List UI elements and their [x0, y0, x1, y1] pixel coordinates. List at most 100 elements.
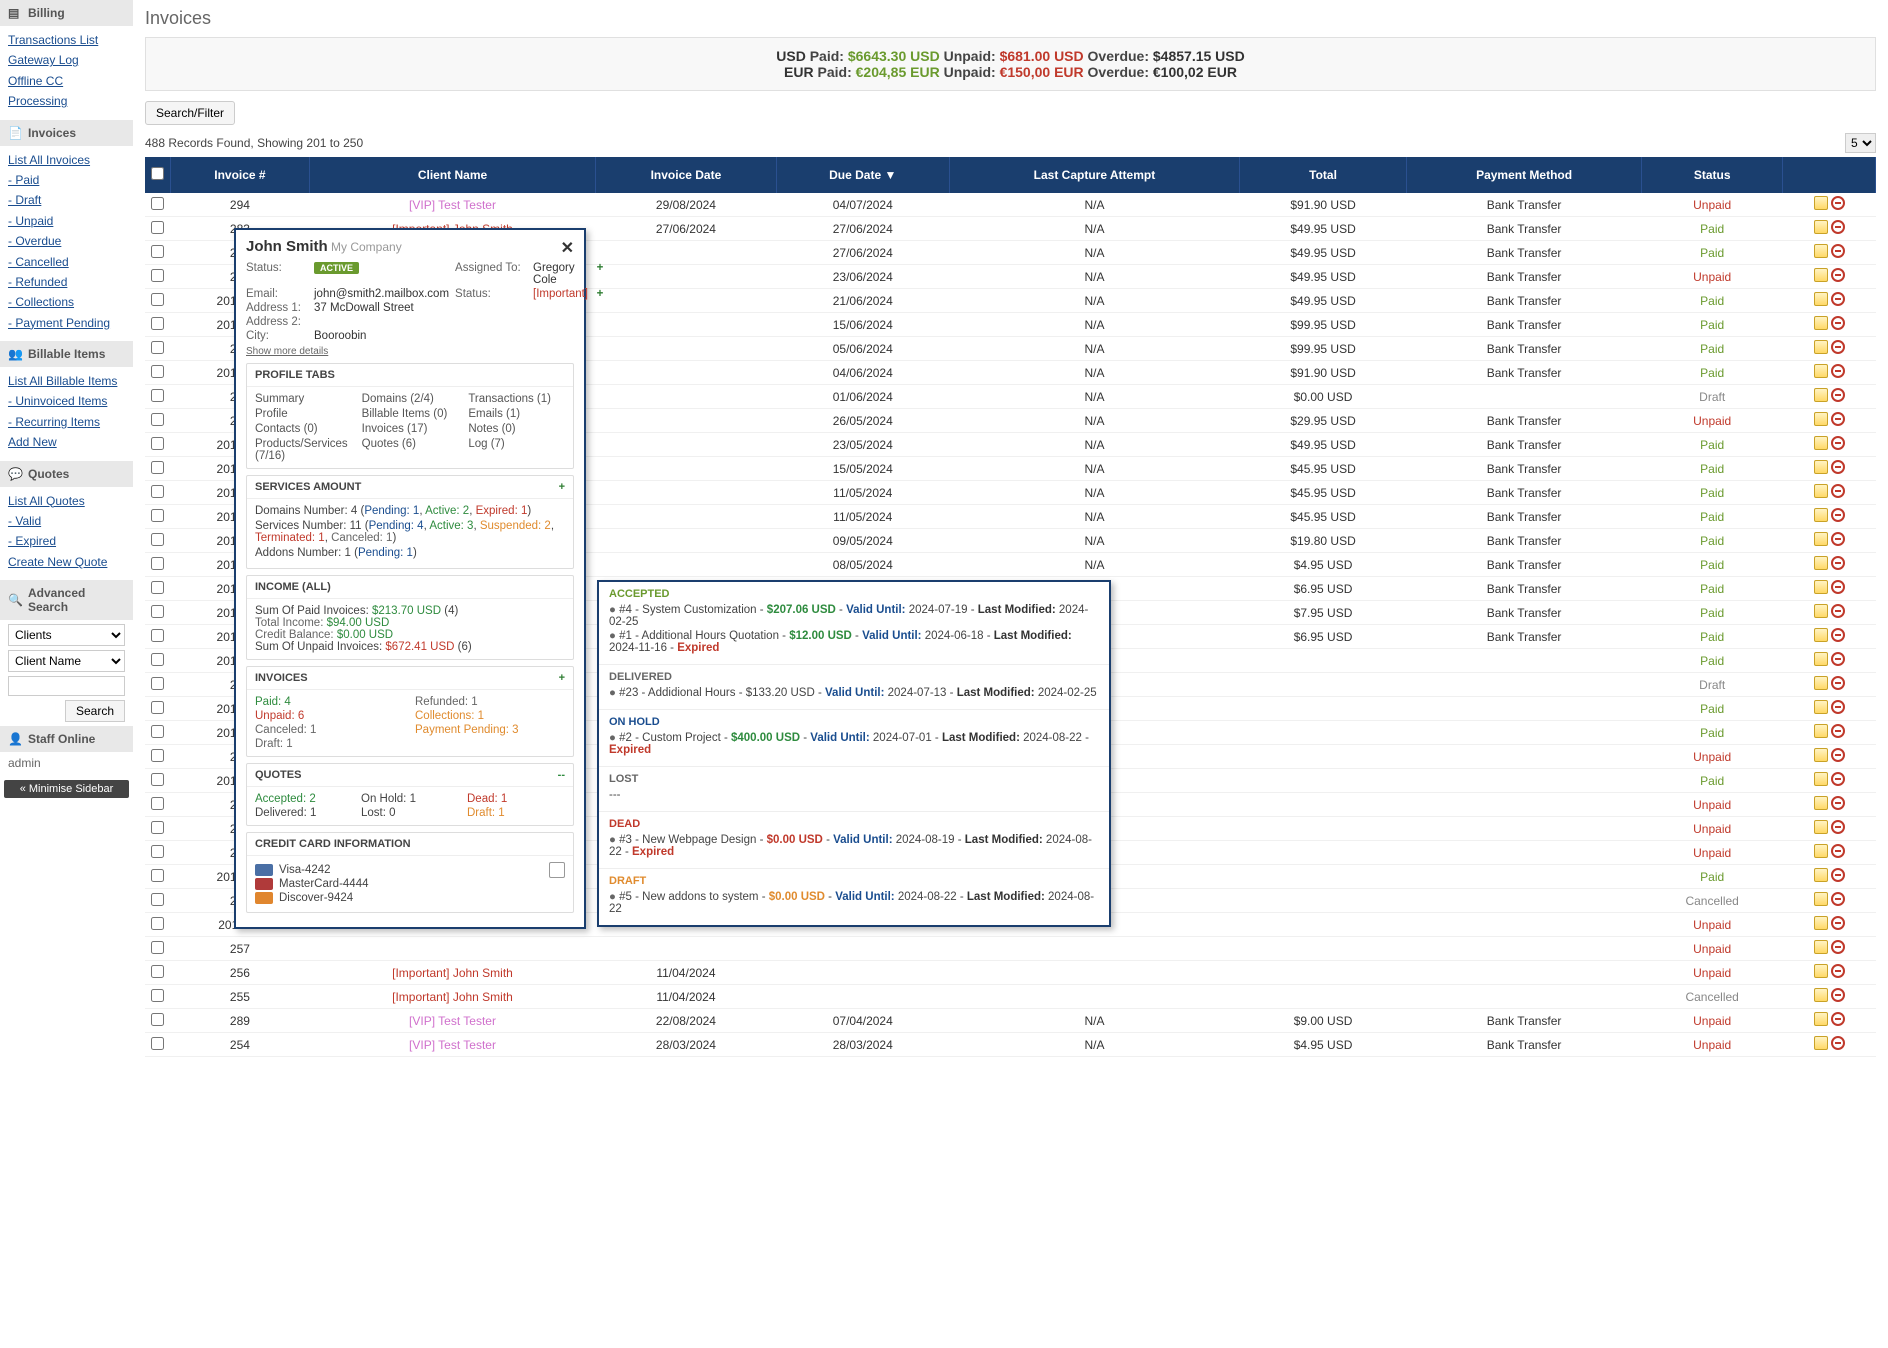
edit-icon[interactable]	[1814, 316, 1828, 330]
delete-icon[interactable]	[1831, 388, 1845, 402]
edit-icon[interactable]	[1814, 604, 1828, 618]
row-checkbox[interactable]	[151, 725, 164, 738]
profile-tab-link[interactable]: Invoices (17)	[362, 423, 459, 435]
row-checkbox[interactable]	[151, 293, 164, 306]
edit-icon[interactable]	[1814, 196, 1828, 210]
sidebar-link[interactable]: - Expired	[8, 531, 125, 551]
delete-icon[interactable]	[1831, 964, 1845, 978]
edit-icon[interactable]	[1814, 1012, 1828, 1026]
delete-icon[interactable]	[1831, 340, 1845, 354]
table-header[interactable]: Client Name	[309, 157, 595, 193]
sidebar-link[interactable]: - Draft	[8, 190, 125, 210]
delete-icon[interactable]	[1831, 796, 1845, 810]
profile-tab-link[interactable]: Notes (0)	[468, 423, 565, 435]
delete-icon[interactable]	[1831, 1012, 1845, 1026]
sidebar-link[interactable]: List All Quotes	[8, 491, 125, 511]
table-header[interactable]: Invoice Date	[596, 157, 777, 193]
row-checkbox[interactable]	[151, 317, 164, 330]
delete-icon[interactable]	[1831, 652, 1845, 666]
table-header[interactable]: Invoice #	[171, 157, 310, 193]
row-checkbox[interactable]	[151, 245, 164, 258]
row-checkbox[interactable]	[151, 653, 164, 666]
edit-icon[interactable]	[1814, 676, 1828, 690]
edit-icon[interactable]	[1814, 724, 1828, 738]
delete-icon[interactable]	[1831, 508, 1845, 522]
row-checkbox[interactable]	[151, 917, 164, 930]
edit-icon[interactable]	[1814, 748, 1828, 762]
delete-icon[interactable]	[1831, 412, 1845, 426]
row-checkbox[interactable]	[151, 677, 164, 690]
edit-icon[interactable]	[1814, 460, 1828, 474]
row-checkbox[interactable]	[151, 365, 164, 378]
row-checkbox[interactable]	[151, 221, 164, 234]
row-checkbox[interactable]	[151, 413, 164, 426]
profile-tab-link[interactable]: Transactions (1)	[468, 393, 565, 405]
delete-icon[interactable]	[1831, 820, 1845, 834]
table-row[interactable]: 289[VIP] Test Tester22/08/202407/04/2024…	[145, 1009, 1876, 1033]
edit-icon[interactable]	[1814, 556, 1828, 570]
edit-icon[interactable]	[1814, 412, 1828, 426]
row-checkbox[interactable]	[151, 869, 164, 882]
table-row[interactable]: 294[VIP] Test Tester29/08/202404/07/2024…	[145, 193, 1876, 217]
delete-icon[interactable]	[1831, 676, 1845, 690]
row-checkbox[interactable]	[151, 1037, 164, 1050]
delete-icon[interactable]	[1831, 772, 1845, 786]
table-header[interactable]: Status	[1642, 157, 1783, 193]
profile-tab-link[interactable]: Emails (1)	[468, 408, 565, 420]
delete-icon[interactable]	[1831, 556, 1845, 570]
edit-icon[interactable]	[1814, 700, 1828, 714]
delete-icon[interactable]	[1831, 892, 1845, 906]
quote-item[interactable]: ● #23 - Addidional Hours - $133.20 USD -…	[609, 687, 1099, 699]
table-header[interactable]: Due Date ▼	[776, 157, 949, 193]
search-input[interactable]	[8, 676, 125, 696]
profile-tab-link[interactable]: Contacts (0)	[255, 423, 352, 435]
sidebar-link[interactable]: - Cancelled	[8, 252, 125, 272]
add-assigned-button[interactable]: +	[594, 262, 606, 274]
sidebar-link[interactable]: List All Billable Items	[8, 371, 125, 391]
edit-icon[interactable]	[1814, 340, 1828, 354]
edit-icon[interactable]	[1814, 940, 1828, 954]
row-checkbox[interactable]	[151, 941, 164, 954]
close-icon[interactable]: ✕	[561, 238, 574, 258]
quotes-toggle[interactable]: --	[558, 769, 565, 781]
delete-icon[interactable]	[1831, 580, 1845, 594]
sidebar-link[interactable]: Transactions List	[8, 30, 125, 50]
sidebar-link[interactable]: - Collections	[8, 292, 125, 312]
delete-icon[interactable]	[1831, 484, 1845, 498]
sidebar-link[interactable]: - Overdue	[8, 231, 125, 251]
row-checkbox[interactable]	[151, 461, 164, 474]
row-checkbox[interactable]	[151, 773, 164, 786]
delete-icon[interactable]	[1831, 268, 1845, 282]
edit-icon[interactable]	[1814, 388, 1828, 402]
row-checkbox[interactable]	[151, 437, 164, 450]
add-service-button[interactable]: +	[559, 481, 565, 493]
profile-tab-link[interactable]: Quotes (6)	[362, 438, 459, 462]
edit-icon[interactable]	[1814, 916, 1828, 930]
profile-tab-link[interactable]: Products/Services (7/16)	[255, 438, 352, 462]
edit-icon[interactable]	[1814, 268, 1828, 282]
delete-icon[interactable]	[1831, 220, 1845, 234]
sidebar-link[interactable]: Create New Quote	[8, 552, 125, 572]
profile-tab-link[interactable]: Summary	[255, 393, 352, 405]
row-checkbox[interactable]	[151, 197, 164, 210]
edit-icon[interactable]	[1814, 364, 1828, 378]
edit-icon[interactable]	[1814, 292, 1828, 306]
quote-item[interactable]: ● #1 - Additional Hours Quotation - $12.…	[609, 630, 1099, 654]
edit-icon[interactable]	[1814, 844, 1828, 858]
row-checkbox[interactable]	[151, 485, 164, 498]
edit-icon[interactable]	[1814, 892, 1828, 906]
row-checkbox[interactable]	[151, 509, 164, 522]
edit-icon[interactable]	[1814, 244, 1828, 258]
quote-item[interactable]: ● #5 - New addons to system - $0.00 USD …	[609, 891, 1099, 915]
table-row[interactable]: 254[VIP] Test Tester28/03/202428/03/2024…	[145, 1033, 1876, 1057]
delete-icon[interactable]	[1831, 604, 1845, 618]
delete-icon[interactable]	[1831, 532, 1845, 546]
edit-icon[interactable]	[1814, 1036, 1828, 1050]
delete-icon[interactable]	[1831, 916, 1845, 930]
edit-icon[interactable]	[1814, 772, 1828, 786]
person-icon[interactable]	[549, 862, 565, 878]
sidebar-link[interactable]: Add New	[8, 432, 125, 452]
delete-icon[interactable]	[1831, 292, 1845, 306]
row-checkbox[interactable]	[151, 845, 164, 858]
table-header[interactable]: Payment Method	[1407, 157, 1642, 193]
